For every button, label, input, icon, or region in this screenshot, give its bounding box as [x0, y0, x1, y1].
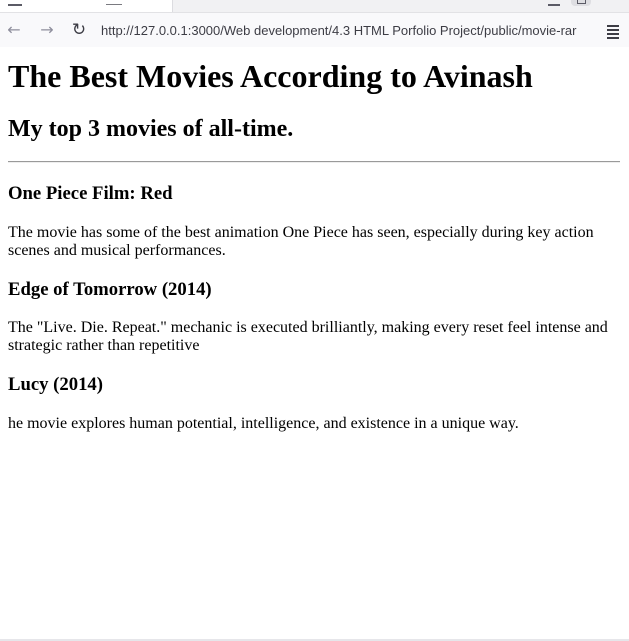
movie-description: The "Live. Die. Repeat." mechanic is exe… [8, 319, 608, 354]
tab-favicon-icon [8, 0, 22, 6]
active-tab[interactable] [0, 0, 173, 12]
address-bar[interactable]: http://127.0.0.1:3000/Web development/4.… [101, 21, 595, 41]
reload-icon[interactable]: ↻ [69, 20, 89, 40]
navigation-toolbar: ← → ↻ http://127.0.0.1:3000/Web developm… [0, 13, 629, 47]
page-title: The Best Movies According to Avinash [8, 58, 533, 94]
hamburger-menu-icon[interactable] [603, 21, 623, 41]
arrow-left-icon[interactable]: ← [4, 20, 24, 40]
page-subtitle: My top 3 movies of all-time. [8, 116, 294, 142]
browser-window: ← → ↻ http://127.0.0.1:3000/Web developm… [0, 0, 629, 641]
minimize-icon[interactable] [548, 0, 560, 6]
page-content: The Best Movies According to Avinash My … [0, 47, 629, 640]
tab-strip [0, 0, 629, 13]
restore-icon[interactable] [571, 0, 591, 6]
divider [8, 161, 620, 163]
movie-title: Lucy (2014) [8, 374, 103, 395]
movie-title: One Piece Film: Red [8, 183, 173, 204]
movie-description: he movie explores human potential, intel… [8, 415, 519, 432]
tab-title [106, 1, 122, 5]
arrow-right-icon[interactable]: → [37, 20, 57, 40]
movie-title: Edge of Tomorrow (2014) [8, 279, 212, 300]
movie-description: The movie has some of the best animation… [8, 224, 594, 259]
